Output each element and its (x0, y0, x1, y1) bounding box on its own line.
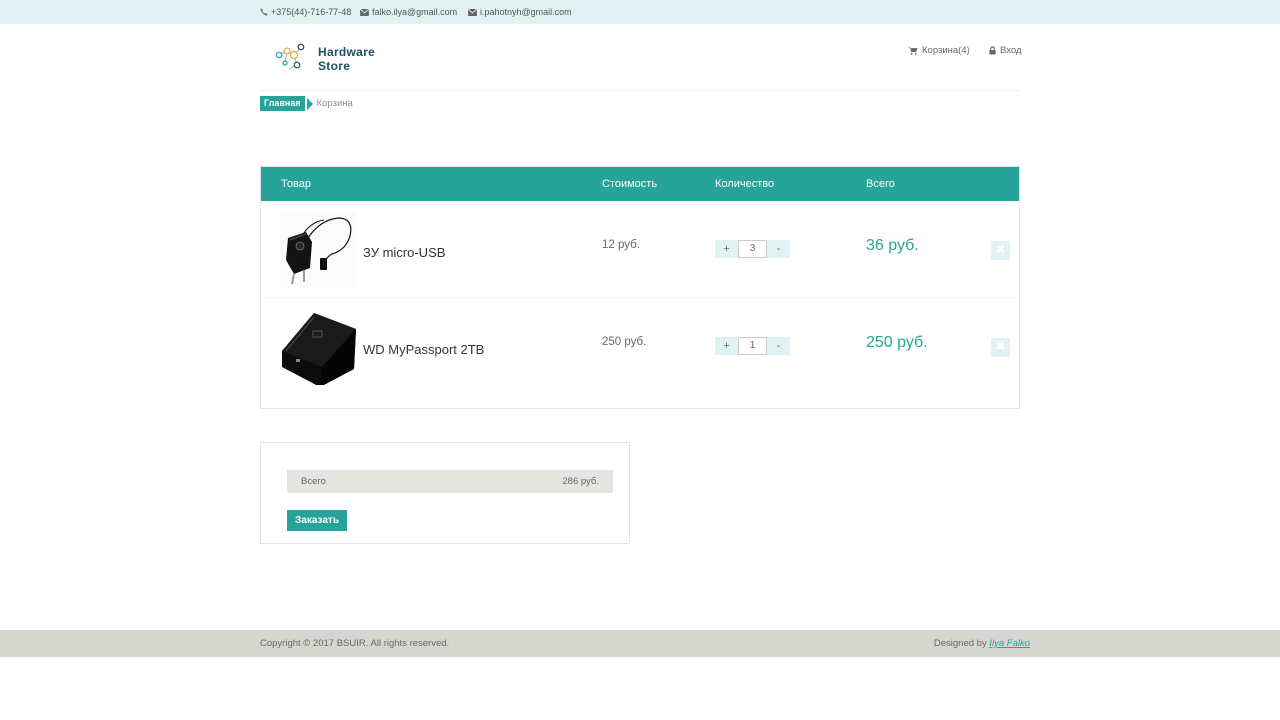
product-image-charger[interactable] (280, 212, 356, 288)
close-icon: ✖ (995, 341, 1006, 353)
breadcrumb: Главная Корзина (260, 96, 353, 111)
quantity-stepper: + 3 - (715, 240, 790, 258)
phone-contact: +375(44)-716-77-48 (260, 7, 351, 17)
copyright-text: Copyright © 2017 BSUIR. All rights reser… (260, 638, 450, 649)
email-text[interactable]: falko.ilya@gmail.com (372, 7, 457, 17)
quantity-stepper: + 1 - (715, 337, 790, 355)
designed-by: Designed by Ilya Falko (934, 638, 1030, 649)
product-name[interactable]: WD MyPassport 2TB (363, 342, 484, 357)
logo-text: Hardware Store (318, 45, 375, 73)
cart-link-label[interactable]: Корзина(4) (922, 45, 970, 56)
email-text[interactable]: i.pahotnyh@gmail.com (480, 7, 572, 17)
network-logo-icon (275, 43, 305, 70)
login-link-label[interactable]: Вход (1000, 45, 1022, 56)
breadcrumb-home[interactable]: Главная (260, 96, 305, 111)
email-contact-1[interactable]: falko.ilya@gmail.com (360, 7, 457, 17)
cart-icon (908, 46, 918, 55)
top-contact-bar: +375(44)-716-77-48 falko.ilya@gmail.com … (0, 0, 1280, 24)
product-image-hdd[interactable] (280, 309, 356, 385)
cart-table: Товар Стоимость Количество Всего ЗУ micr… (260, 166, 1020, 409)
quantity-minus-button[interactable]: - (767, 240, 790, 258)
email-contact-2[interactable]: i.pahotnyh@gmail.com (468, 7, 572, 17)
summary-total-value: 286 руб. (562, 476, 599, 487)
envelope-icon (468, 8, 477, 16)
product-price: 12 руб. (602, 239, 640, 251)
summary-total-label: Всего (301, 476, 326, 487)
designed-by-label: Designed by (933, 638, 987, 649)
delete-item-button[interactable]: ✖ (991, 241, 1010, 260)
order-summary: Всего 286 руб. Заказать (260, 442, 630, 544)
site-footer: Copyright © 2017 BSUIR. All rights reser… (0, 630, 1280, 657)
delete-item-button[interactable]: ✖ (991, 338, 1010, 357)
row-total: 250 руб. (866, 334, 928, 351)
column-product: Товар (281, 178, 311, 190)
cart-link[interactable]: Корзина(4) (908, 45, 970, 56)
site-header: Hardware Store Корзина(4) Вход (260, 24, 1022, 91)
column-quantity: Количество (715, 178, 775, 190)
lock-icon (989, 46, 996, 55)
row-total: 36 руб. (866, 237, 919, 254)
breadcrumb-current: Корзина (316, 98, 353, 109)
order-button[interactable]: Заказать (287, 510, 347, 531)
designer-link[interactable]: Ilya Falko (989, 638, 1030, 649)
close-icon: ✖ (995, 244, 1006, 256)
summary-total-row: Всего 286 руб. (287, 470, 613, 493)
phone-icon (260, 8, 268, 16)
column-price: Стоимость (602, 178, 658, 190)
quantity-plus-button[interactable]: + (715, 240, 738, 258)
product-price: 250 руб. (602, 336, 647, 348)
breadcrumb-arrow-icon (306, 97, 313, 110)
quantity-input[interactable]: 1 (738, 337, 767, 355)
login-link[interactable]: Вход (989, 45, 1022, 56)
logo-line-2: Store (318, 59, 351, 73)
quantity-input[interactable]: 3 (738, 240, 767, 258)
logo-line-1: Hardware (318, 45, 376, 59)
cart-table-header: Товар Стоимость Количество Всего (261, 167, 1019, 201)
quantity-plus-button[interactable]: + (715, 337, 738, 355)
quantity-minus-button[interactable]: - (767, 337, 790, 355)
phone-number: +375(44)-716-77-48 (271, 7, 352, 17)
cart-row: WD MyPassport 2TB 250 руб. + 1 - 250 руб… (261, 298, 1019, 395)
product-name[interactable]: ЗУ micro-USB (363, 245, 445, 260)
envelope-icon (360, 8, 369, 16)
site-logo[interactable]: Hardware Store (274, 42, 384, 76)
cart-row: ЗУ micro-USB 12 руб. + 3 - 36 руб. ✖ (261, 201, 1019, 298)
column-total: Всего (866, 178, 895, 190)
